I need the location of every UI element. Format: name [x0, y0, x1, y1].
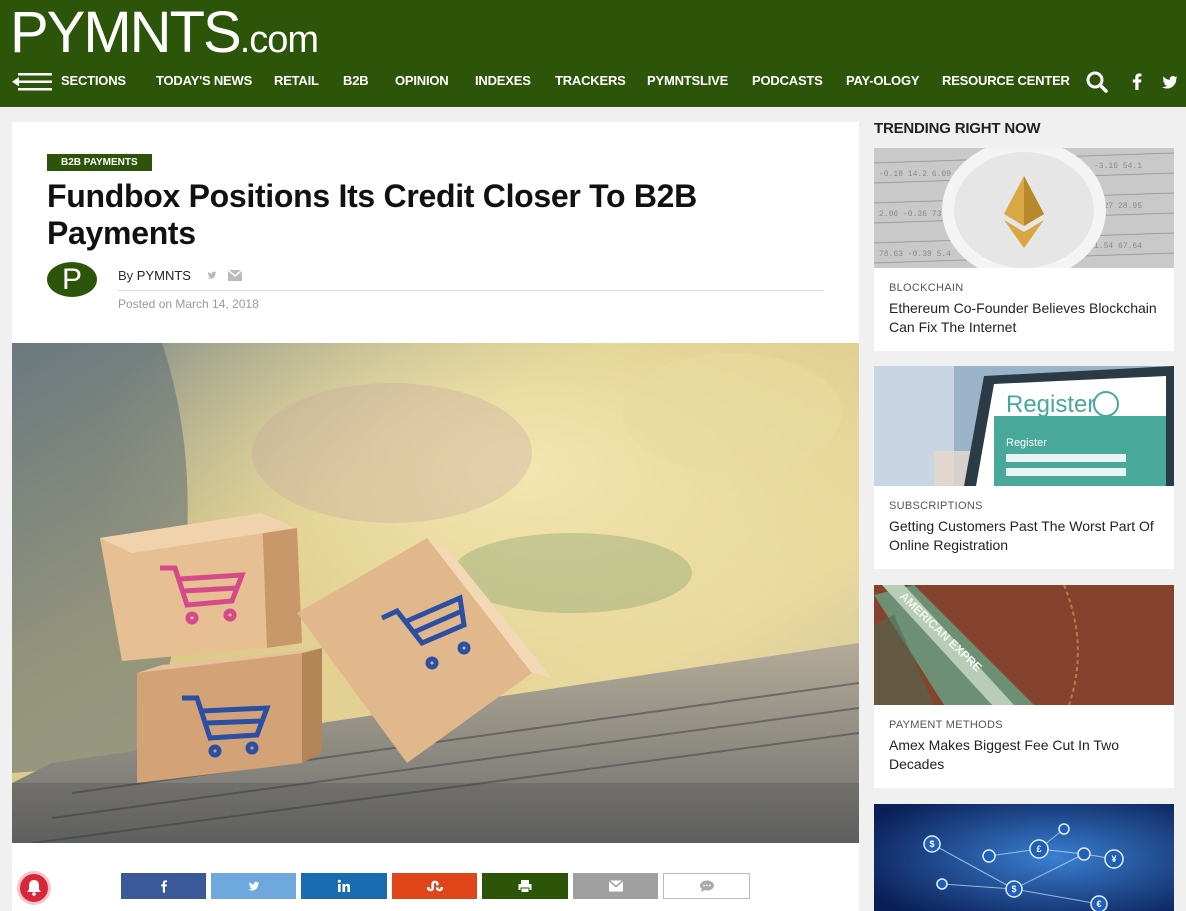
facebook-icon [160, 880, 167, 893]
ethereum-thumbnail: -0.18 14.2 6.09 2.06 -0.36 73 78.63 -0.39 … [874, 148, 1174, 268]
article-title: Fundbox Positions Its Credit Closer To B… [47, 178, 697, 251]
register-subheading-text: Register [1006, 437, 1047, 449]
bell-icon [27, 880, 41, 896]
share-print-button[interactable] [482, 873, 568, 899]
stumbleupon-icon [426, 880, 443, 892]
card-category: PAYMENT METHODS [889, 719, 1003, 731]
main-nav: SECTIONS TODAY'S NEWS RETAIL B2B OPINION… [0, 64, 1186, 100]
nav-payology[interactable]: PAY-OLOGY [846, 73, 920, 88]
nav-resource-center[interactable]: RESOURCE CENTER [942, 73, 1070, 88]
print-icon [518, 880, 532, 893]
notification-bell-button[interactable] [17, 871, 51, 905]
author-twitter-icon[interactable] [204, 268, 220, 282]
nav-indexes[interactable]: INDEXES [475, 73, 531, 88]
trending-card-4[interactable]: $ £ ¥ $ € [874, 804, 1174, 911]
card-headline[interactable]: Ethereum Co-Founder Believes Blockchain … [889, 299, 1164, 337]
share-twitter-button[interactable] [211, 873, 296, 899]
site-header: PYMNTS.com SECTIONS TODAY'S NEWS RETAIL … [0, 0, 1186, 107]
svg-text:£: £ [1036, 844, 1041, 854]
author-link[interactable]: PYMNTS [137, 268, 191, 283]
email-icon [608, 880, 623, 892]
trending-card-2[interactable]: Register Register SUBSCRIPTIONS Getting … [874, 366, 1174, 569]
share-facebook-button[interactable] [121, 873, 206, 899]
logo-suffix-text: .com [239, 19, 319, 61]
nav-todays-news[interactable]: TODAY'S NEWS [156, 73, 252, 88]
comments-button[interactable] [663, 873, 750, 899]
svg-text:€: € [1096, 899, 1101, 909]
trending-card-1[interactable]: -0.18 14.2 6.09 2.06 -0.36 73 78.63 -0.39 … [874, 148, 1174, 351]
card-category: SUBSCRIPTIONS [889, 500, 983, 512]
trending-heading: TRENDING RIGHT NOW [874, 120, 1041, 137]
search-icon[interactable] [1086, 70, 1108, 94]
nav-sections[interactable]: SECTIONS [61, 73, 126, 88]
nav-trackers[interactable]: TRACKERS [555, 73, 626, 88]
category-badge[interactable]: B2B PAYMENTS [47, 154, 152, 171]
byline-divider [118, 290, 824, 291]
article-card: B2B PAYMENTS Fundbox Positions Its Credi… [12, 122, 859, 911]
share-stumbleupon-button[interactable] [392, 873, 477, 899]
svg-text:$: $ [929, 839, 934, 849]
byline: By PYMNTS [118, 268, 191, 283]
posted-date: Posted on March 14, 2018 [118, 297, 259, 311]
comment-icon [699, 880, 714, 892]
nav-retail[interactable]: RETAIL [274, 73, 319, 88]
nav-opinion[interactable]: OPINION [395, 73, 449, 88]
sections-menu-button[interactable] [12, 72, 54, 92]
nav-b2b[interactable]: B2B [343, 73, 369, 88]
logo-main-text: PYMNTS [10, 0, 242, 65]
author-email-icon[interactable] [228, 270, 242, 281]
svg-text:$: $ [1011, 884, 1016, 894]
card-headline[interactable]: Amex Makes Biggest Fee Cut In Two Decade… [889, 736, 1164, 774]
card-headline[interactable]: Getting Customers Past The Worst Part Of… [889, 517, 1164, 555]
twitter-icon [247, 881, 259, 891]
share-email-button[interactable] [573, 873, 658, 899]
card-category: BLOCKCHAIN [889, 282, 964, 294]
twitter-icon[interactable] [1161, 70, 1179, 94]
registration-thumbnail: Register Register [874, 366, 1174, 486]
facebook-icon[interactable] [1131, 70, 1143, 94]
svg-text:-0.18 14.2 6.09: -0.18 14.2 6.09 [879, 170, 951, 179]
svg-text:2.06 -0.36 73: 2.06 -0.36 73 [879, 210, 942, 219]
site-logo[interactable]: PYMNTS.com [10, 0, 319, 65]
register-heading-text: Register [1006, 391, 1095, 418]
nav-podcasts[interactable]: PODCASTS [752, 73, 823, 88]
trending-card-3[interactable]: AMERICAN EXPRE PAYMENT METHODS Amex Make… [874, 585, 1174, 788]
amex-thumbnail: AMERICAN EXPRE [874, 585, 1174, 705]
avatar-letter: P [61, 263, 82, 296]
currency-network-thumbnail: $ £ ¥ $ € [874, 804, 1174, 911]
hero-image [12, 343, 859, 843]
hamburger-icon [12, 73, 52, 91]
nav-pymntslive[interactable]: PYMNTSLIVE [647, 73, 728, 88]
author-avatar[interactable]: P [47, 262, 97, 297]
linkedin-icon [337, 879, 350, 892]
svg-text:¥: ¥ [1111, 854, 1116, 864]
share-linkedin-button[interactable] [301, 873, 387, 899]
by-label: By [118, 268, 134, 283]
svg-text:1.54 67.64: 1.54 67.64 [1094, 242, 1142, 251]
svg-text:78.63 -0.39 5.4: 78.63 -0.39 5.4 [879, 250, 951, 259]
svg-text:-3.16 54.1: -3.16 54.1 [1094, 162, 1142, 171]
